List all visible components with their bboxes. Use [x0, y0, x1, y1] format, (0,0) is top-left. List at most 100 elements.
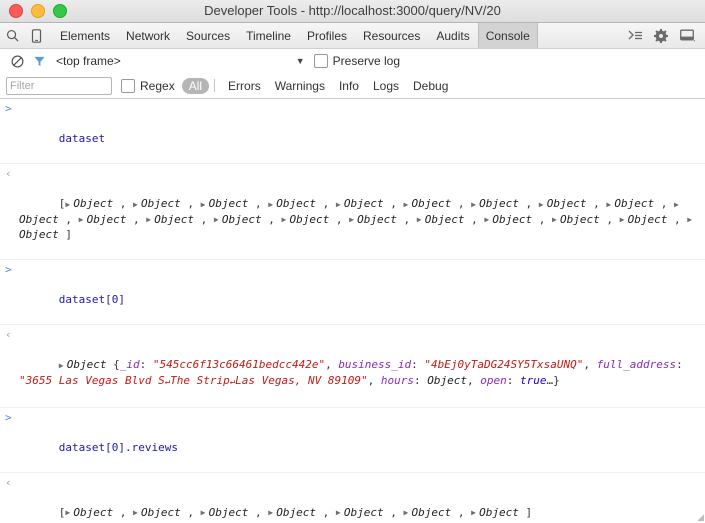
window-titlebar: Developer Tools - http://localhost:3000/… [0, 0, 705, 23]
filter-input[interactable] [6, 76, 112, 95]
level-filter-errors[interactable]: Errors [221, 78, 268, 94]
array-item-object[interactable]: Object [479, 197, 519, 210]
disclosure-triangle-collapsed-icon[interactable]: ▶ [79, 212, 87, 227]
level-filter-all[interactable]: All [181, 77, 210, 94]
disclosure-triangle-collapsed-icon[interactable]: ▶ [471, 197, 479, 212]
disclosure-triangle-collapsed-icon[interactable]: ▶ [552, 212, 560, 227]
property-key: hours [380, 373, 414, 387]
filter-funnel-icon[interactable] [28, 50, 50, 72]
regex-checkbox[interactable] [121, 78, 135, 93]
disclosure-triangle-collapsed-icon[interactable]: ▶ [214, 212, 222, 227]
array-item-object[interactable]: Object [357, 213, 397, 226]
array-item-object[interactable]: Object [209, 506, 249, 519]
zoom-button[interactable] [53, 4, 67, 18]
array-item-object[interactable]: Object [344, 197, 384, 210]
console-command-entry[interactable]: > dataset [0, 99, 705, 164]
disclosure-triangle-collapsed-icon[interactable]: ▶ [201, 197, 209, 212]
tab-network[interactable]: Network [118, 23, 178, 48]
array-item-object[interactable]: Object [73, 506, 113, 519]
array-item-object[interactable]: Object [479, 506, 519, 519]
disclosure-triangle-collapsed-icon[interactable]: ▶ [404, 505, 412, 520]
frame-selector[interactable]: <top frame> ▼ [56, 54, 305, 68]
dock-position-icon[interactable] [675, 25, 699, 47]
disclosure-triangle-collapsed-icon[interactable]: ▶ [59, 358, 67, 373]
array-item-object[interactable]: Object [547, 197, 587, 210]
tab-resources[interactable]: Resources [355, 23, 428, 48]
tab-timeline[interactable]: Timeline [238, 23, 299, 48]
console-result-entry[interactable]: ‹ [▶ Object , ▶ Object , ▶ Object , ▶ Object… [0, 473, 705, 523]
minimize-button[interactable] [31, 4, 45, 18]
device-toolbar-icon[interactable] [24, 23, 48, 48]
disclosure-triangle-collapsed-icon[interactable]: ▶ [687, 212, 695, 227]
level-filter-debug[interactable]: Debug [406, 78, 455, 94]
tab-resources-label: Resources [363, 28, 421, 43]
array-item-object[interactable]: Object [560, 213, 600, 226]
level-filter-logs[interactable]: Logs [366, 78, 406, 94]
array-item-object[interactable]: Object [141, 506, 181, 519]
array-separator: , [654, 197, 674, 210]
array-item-object[interactable]: Object [425, 213, 465, 226]
array-separator: , [180, 505, 201, 519]
array-item-object[interactable]: Object [141, 197, 181, 210]
magnifier-icon[interactable] [0, 23, 24, 48]
disclosure-triangle-collapsed-icon[interactable]: ▶ [539, 197, 547, 212]
disclosure-triangle-collapsed-icon[interactable]: ▶ [404, 197, 412, 212]
console-command-entry[interactable]: > dataset[0] [0, 260, 705, 325]
array-item-object[interactable]: Object [412, 506, 452, 519]
resize-grip-icon[interactable]: ◢ [694, 512, 704, 522]
level-filter-warnings[interactable]: Warnings [268, 78, 332, 94]
array-item-object[interactable]: Object [87, 213, 127, 226]
array-item-object[interactable]: Object [222, 213, 262, 226]
console-result-entry[interactable]: ‹ [▶ Object , ▶ Object , ▶ Object , ▶ Object… [0, 164, 705, 260]
disclosure-triangle-collapsed-icon[interactable]: ▶ [133, 197, 141, 212]
console-output[interactable]: > dataset ‹ [▶ Object , ▶ Object , ▶ Object… [0, 99, 705, 523]
console-command-text: dataset [58, 132, 106, 145]
disclosure-triangle-collapsed-icon[interactable]: ▶ [336, 197, 344, 212]
disclosure-triangle-collapsed-icon[interactable]: ▶ [471, 505, 479, 520]
array-item-object[interactable]: Object [209, 197, 249, 210]
tab-profiles-label: Profiles [306, 28, 347, 43]
disclosure-triangle-collapsed-icon[interactable]: ▶ [282, 212, 290, 227]
array-item-object[interactable]: Object [614, 197, 654, 210]
array-item-object[interactable]: Object [276, 506, 316, 519]
array-item-object[interactable]: Object [290, 213, 330, 226]
console-command-entry[interactable]: > dataset[0].reviews [0, 408, 705, 473]
close-button[interactable] [9, 4, 23, 18]
disclosure-triangle-collapsed-icon[interactable]: ▶ [201, 505, 209, 520]
array-item-object[interactable]: Object [19, 228, 59, 241]
output-marker-icon: ‹ [5, 167, 12, 180]
devtools-tabbar: Elements Network Sources Timeline Profil… [0, 23, 705, 49]
settings-gear-icon[interactable] [649, 25, 673, 47]
array-separator: , [383, 505, 404, 519]
array-separator: , [316, 197, 336, 210]
preserve-log-toggle[interactable]: Preserve log [313, 54, 400, 68]
preserve-log-checkbox[interactable] [313, 54, 328, 68]
tab-sources[interactable]: Sources [178, 23, 238, 48]
regex-toggle[interactable]: Regex [121, 78, 175, 93]
tab-audits[interactable]: Audits [428, 23, 477, 48]
array-item-object[interactable]: Object [492, 213, 532, 226]
console-result-entry[interactable]: ‹ ▶ Object {_id: "545cc6f13c66461bedcc442… [0, 325, 705, 408]
array-item-object[interactable]: Object [412, 197, 452, 210]
disclosure-triangle-collapsed-icon[interactable]: ▶ [674, 197, 682, 212]
array-item-object[interactable]: Object [19, 213, 59, 226]
array-item-object[interactable]: Object [344, 506, 384, 519]
tab-profiles[interactable]: Profiles [299, 23, 355, 48]
disclosure-triangle-collapsed-icon[interactable]: ▶ [417, 212, 425, 227]
array-separator: , [532, 212, 552, 226]
array-item-object[interactable]: Object [154, 213, 194, 226]
array-item-object[interactable]: Object [628, 213, 668, 226]
show-drawer-icon[interactable] [623, 25, 647, 47]
log-level-filters: All Errors Warnings Info Logs Debug [181, 77, 456, 94]
input-marker-icon: > [5, 410, 12, 424]
disclosure-triangle-collapsed-icon[interactable]: ▶ [336, 505, 344, 520]
disclosure-triangle-collapsed-icon[interactable]: ▶ [620, 212, 628, 227]
array-item-object[interactable]: Object [276, 197, 316, 210]
tab-console[interactable]: Console [477, 23, 538, 48]
disclosure-triangle-collapsed-icon[interactable]: ▶ [133, 505, 141, 520]
clear-console-icon[interactable] [6, 50, 28, 72]
tab-elements[interactable]: Elements [52, 23, 118, 48]
array-item-object[interactable]: Object [73, 197, 113, 210]
disclosure-triangle-collapsed-icon[interactable]: ▶ [349, 212, 357, 227]
level-filter-info[interactable]: Info [332, 78, 366, 94]
